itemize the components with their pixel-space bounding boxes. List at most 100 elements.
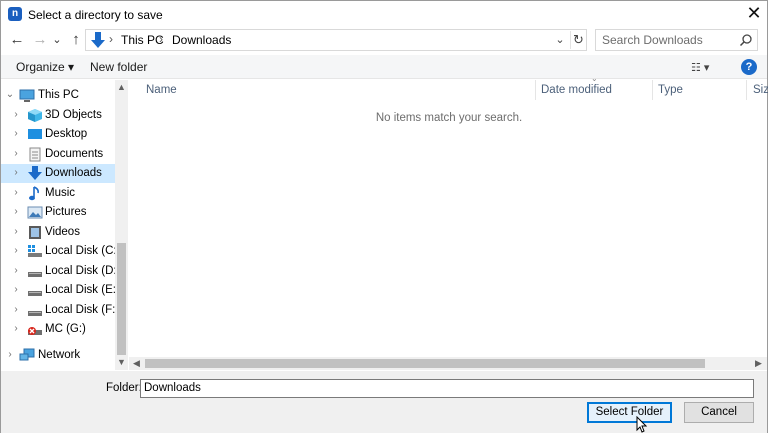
sort-indicator-icon: ⌄ — [591, 74, 598, 83]
new-folder-button[interactable]: New folder — [90, 60, 147, 74]
sidebar-item-desktop[interactable]: › Desktop — [1, 125, 115, 144]
chevron-right-icon[interactable]: › — [11, 265, 21, 277]
column-header-date-modified[interactable]: Date modified — [541, 84, 612, 96]
pictures-icon — [27, 206, 43, 219]
scroll-left-icon[interactable]: ◀ — [133, 357, 145, 370]
navigation-pane: ⌄ This PC › 3D Objects › Desktop › Docum… — [1, 80, 128, 370]
up-button[interactable]: ↑ — [66, 29, 86, 51]
search-input[interactable]: Search Downloads — [602, 33, 703, 47]
cube-icon — [28, 109, 42, 122]
sidebar-item-label: Desktop — [45, 128, 88, 140]
sidebar-item-label: 3D Objects — [45, 109, 102, 121]
sidebar-item-label: Local Disk (C:) — [45, 245, 121, 257]
sidebar-item-label: Downloads — [45, 167, 102, 179]
column-header-size[interactable]: Size — [753, 84, 768, 96]
file-list: Name ⌄ Date modified Type Size No items … — [129, 74, 768, 370]
view-options-button[interactable]: ☷ ▾ — [691, 61, 719, 74]
address-bar[interactable]: › This PC › Downloads ⌄ ↻ — [85, 29, 587, 51]
scroll-right-icon[interactable]: ▶ — [755, 357, 767, 370]
sidebar-item-local-disk-f[interactable]: › Local Disk (F:) — [1, 301, 119, 320]
chevron-right-icon[interactable]: › — [11, 304, 21, 316]
sidebar-item-pictures[interactable]: › Pictures — [1, 203, 115, 222]
app-icon: n — [8, 7, 22, 21]
command-toolbar: Organize ▾ New folder ☷ ▾ ? — [1, 55, 767, 79]
sidebar-item-label: Videos — [45, 226, 80, 238]
search-icon[interactable] — [739, 33, 753, 47]
navigation-pane-scrollbar[interactable]: ▲ ▼ — [115, 80, 128, 370]
documents-icon — [29, 147, 41, 162]
address-dropdown-button[interactable]: ⌄ — [553, 32, 567, 48]
chevron-right-icon[interactable]: › — [11, 167, 21, 179]
close-button[interactable]: ✕ — [741, 2, 767, 26]
pc-icon — [19, 89, 35, 102]
sidebar-item-label: Pictures — [45, 206, 87, 218]
sidebar-item-documents[interactable]: › Documents — [1, 145, 115, 164]
column-header-name[interactable]: Name — [146, 84, 177, 96]
organize-button[interactable]: Organize ▾ — [16, 60, 74, 74]
chevron-right-icon[interactable]: › — [11, 187, 21, 199]
scroll-down-icon[interactable]: ▼ — [115, 355, 128, 370]
mouse-cursor-icon — [636, 416, 647, 433]
cancel-button[interactable]: Cancel — [684, 402, 754, 423]
back-button[interactable]: ← — [7, 29, 27, 51]
drive-icon — [28, 311, 42, 316]
folder-label: Folder: — [106, 382, 142, 394]
breadcrumb-downloads[interactable]: Downloads — [172, 33, 231, 47]
sidebar-item-label: Local Disk (E:) — [45, 284, 120, 296]
title-bar: n Select a directory to save ✕ — [1, 1, 767, 27]
scroll-up-icon[interactable]: ▲ — [115, 80, 128, 95]
column-header-type[interactable]: Type — [658, 84, 683, 96]
sidebar-item-videos[interactable]: › Videos — [1, 223, 115, 242]
refresh-button[interactable]: ↻ — [570, 31, 586, 49]
chevron-right-icon[interactable]: › — [11, 109, 21, 121]
sidebar-item-this-pc[interactable]: ⌄ This PC — [1, 86, 115, 105]
select-folder-button[interactable]: Select Folder — [587, 402, 672, 423]
download-icon — [28, 166, 42, 180]
sidebar-item-local-disk-d[interactable]: › Local Disk (D:) — [1, 262, 120, 281]
chevron-right-icon[interactable]: › — [11, 206, 21, 218]
save-directory-dialog: n Select a directory to save ✕ ← → ⌄ ↑ ›… — [0, 0, 768, 433]
chevron-right-icon[interactable]: › — [11, 128, 21, 140]
sidebar-item-mc-g[interactable]: › MC (G:) — [1, 320, 115, 339]
forward-button[interactable]: → — [30, 29, 50, 51]
sidebar-item-3d-objects[interactable]: › 3D Objects — [1, 106, 115, 125]
recent-locations-button[interactable]: ⌄ — [50, 29, 64, 51]
chevron-right-icon[interactable]: › — [11, 323, 21, 335]
desktop-icon — [28, 129, 42, 139]
sidebar-item-label: Local Disk (F:) — [45, 304, 120, 316]
drive-icon — [28, 291, 42, 296]
chevron-right-icon[interactable]: › — [11, 148, 21, 160]
chevron-right-icon[interactable]: › — [11, 245, 21, 257]
file-list-horizontal-scrollbar[interactable]: ◀ ▶ — [129, 357, 767, 370]
drive-icon — [28, 272, 42, 277]
sidebar-item-local-disk-e[interactable]: › Local Disk (E:) — [1, 281, 120, 300]
sidebar-item-network[interactable]: › Network — [1, 346, 115, 365]
chevron-right-icon[interactable]: › — [11, 284, 21, 296]
network-drive-icon — [28, 327, 42, 335]
sidebar-item-label: Local Disk (D:) — [45, 265, 121, 277]
dialog-footer: Folder: Downloads Select Folder Cancel — [1, 371, 767, 433]
breadcrumb-this-pc[interactable]: This PC — [121, 33, 164, 47]
sidebar-item-downloads[interactable]: › Downloads — [1, 164, 115, 183]
sidebar-item-label: Music — [45, 187, 76, 199]
sidebar-item-local-disk-c[interactable]: › Local Disk (C:) — [1, 242, 120, 261]
chevron-right-icon[interactable]: › — [5, 349, 15, 361]
column-divider[interactable] — [652, 80, 653, 100]
chevron-right-icon[interactable]: › — [11, 226, 21, 238]
help-icon[interactable]: ? — [741, 59, 757, 75]
scrollbar-thumb[interactable] — [117, 243, 126, 355]
empty-results-message: No items match your search. — [375, 112, 523, 124]
folder-name-field[interactable]: Downloads — [140, 379, 754, 398]
music-icon — [29, 186, 39, 201]
scrollbar-thumb[interactable] — [145, 359, 705, 368]
download-location-icon — [91, 32, 105, 48]
breadcrumb-separator: › — [109, 32, 113, 46]
chevron-down-icon[interactable]: ⌄ — [5, 89, 15, 101]
column-divider[interactable] — [746, 80, 747, 100]
search-box[interactable]: Search Downloads — [595, 29, 758, 51]
sidebar-item-label: MC (G:) — [45, 323, 86, 335]
column-divider[interactable] — [535, 80, 536, 100]
sidebar-item-label: This PC — [38, 89, 79, 101]
sidebar-item-label: Network — [38, 349, 81, 361]
sidebar-item-music[interactable]: › Music — [1, 184, 115, 203]
